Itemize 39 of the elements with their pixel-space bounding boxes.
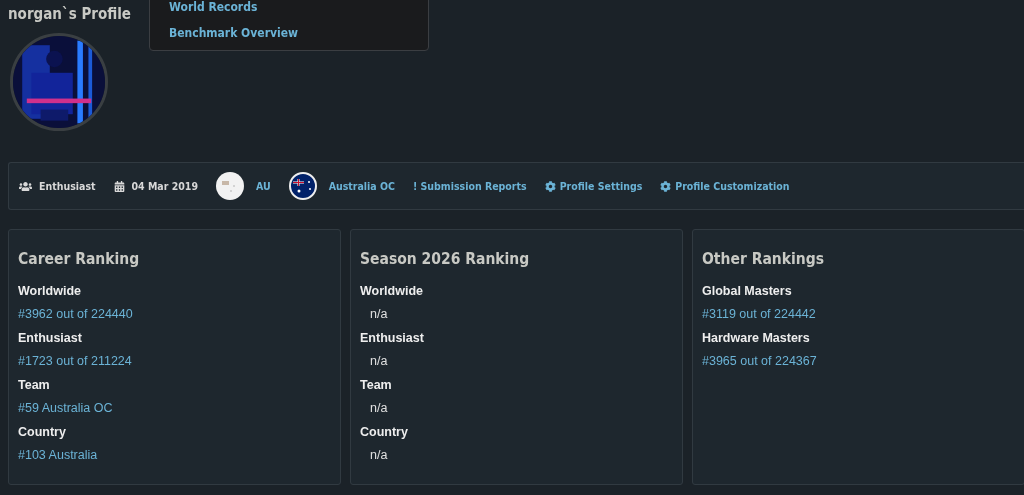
info-text: Enthusiast <box>39 180 96 192</box>
ranking-value: n/a <box>369 354 389 370</box>
ranking-label: Worldwide <box>18 284 82 300</box>
card-title: Season 2026 Ranking <box>360 250 531 268</box>
settings-icon <box>544 180 556 192</box>
ranking-link[interactable]: #3965 out of 224367 <box>702 354 1015 378</box>
menu-item[interactable]: World Records <box>169 0 428 14</box>
ranking-label: Worldwide <box>360 284 424 300</box>
ranking-label: Global Masters <box>702 284 793 300</box>
ranking-label: Hardware Masters <box>702 331 811 347</box>
ranking-link[interactable]: #103 Australia <box>18 448 331 472</box>
ranking-label: Team <box>18 378 51 394</box>
ranking-label: Enthusiast <box>360 331 425 347</box>
flag-icon <box>216 172 244 200</box>
ranking-link[interactable]: #59 Australia OC <box>18 401 331 425</box>
ranking-link[interactable]: #1723 out of 211224 <box>18 354 331 378</box>
menu-item[interactable]: Benchmark Overview <box>169 26 428 40</box>
ranking-label: Team <box>360 378 393 394</box>
info-link[interactable]: AU <box>256 180 271 192</box>
ranking-label: Country <box>18 425 67 441</box>
info-text: 04 Mar 2019 <box>131 180 198 192</box>
flag-icon <box>288 172 317 200</box>
settings-icon <box>660 180 672 192</box>
profile-title: norgan`s Profile <box>8 5 131 23</box>
ranking-value: n/a <box>369 448 389 464</box>
users-icon <box>19 179 32 193</box>
card-title: Other Rankings <box>702 250 825 268</box>
ranking-value: n/a <box>369 401 389 417</box>
ranking-label: Enthusiast <box>18 331 83 347</box>
card-title: Career Ranking <box>18 250 141 268</box>
ranking-link[interactable]: #3119 out of 224442 <box>702 307 1015 331</box>
profile-link[interactable]: ! Submission Reports <box>412 180 527 192</box>
ranking-label: Country <box>360 425 409 441</box>
calendar-icon <box>113 180 125 192</box>
profile-link[interactable]: Profile Settings <box>544 180 643 192</box>
info-link[interactable]: Australia OC <box>328 180 395 192</box>
ranking-value: n/a <box>369 307 389 323</box>
ranking-link[interactable]: #3962 out of 224440 <box>18 307 331 331</box>
profile-link[interactable]: Profile Customization <box>660 180 790 192</box>
